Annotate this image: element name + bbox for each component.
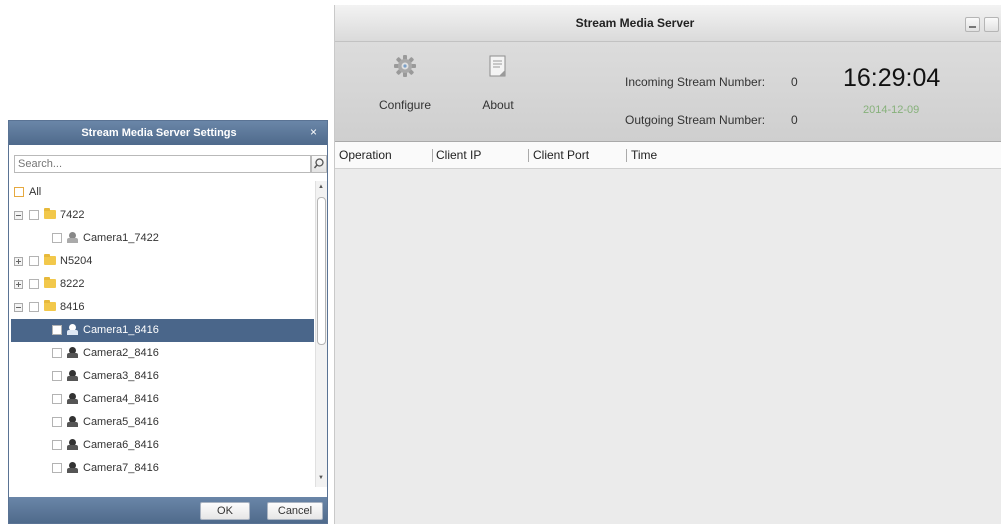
maximize-button[interactable]: [984, 17, 999, 32]
stream-media-server-settings-dialog: Stream Media Server Settings × All 7422 …: [8, 120, 328, 524]
checkbox[interactable]: [29, 302, 39, 312]
tree-item-label: Camera3_8416: [83, 370, 159, 382]
checkbox[interactable]: [29, 210, 39, 220]
folder-icon: [44, 300, 56, 311]
scroll-down-icon[interactable]: ▼: [318, 475, 324, 481]
window-title: Stream Media Server: [575, 16, 695, 30]
column-header-time[interactable]: Time: [631, 148, 657, 162]
column-header-client-port[interactable]: Client Port: [533, 148, 589, 162]
checkbox[interactable]: [29, 279, 39, 289]
tree-item-group[interactable]: N5204: [11, 250, 314, 273]
ok-button[interactable]: OK: [200, 502, 250, 520]
tree-item-camera-selected[interactable]: Camera1_8416: [11, 319, 314, 342]
checkbox[interactable]: [52, 325, 62, 335]
about-label: About: [482, 98, 514, 112]
tree-item-label: Camera2_8416: [83, 347, 159, 359]
tree-item-group[interactable]: 8222: [11, 273, 314, 296]
dialog-footer: OK Cancel: [9, 497, 327, 523]
tree-item-group[interactable]: 7422: [11, 204, 314, 227]
table-header: Operation Client IP Client Port Time: [335, 142, 1001, 169]
tree-item-camera[interactable]: Camera6_8416: [11, 434, 314, 457]
gear-icon: [394, 55, 416, 77]
camera-icon: [67, 439, 78, 451]
checkbox[interactable]: [52, 463, 62, 473]
dialog-title: Stream Media Server Settings: [81, 127, 237, 139]
collapse-icon[interactable]: [14, 211, 23, 220]
folder-icon: [44, 254, 56, 265]
camera-icon: [67, 416, 78, 428]
tree-item-group[interactable]: 8416: [11, 296, 314, 319]
camera-icon: [67, 347, 78, 359]
main-titlebar: Stream Media Server: [335, 5, 1001, 42]
minimize-button[interactable]: [965, 17, 980, 32]
checkbox[interactable]: [52, 348, 62, 358]
tree-item-label: N5204: [60, 255, 93, 267]
clock-time: 16:29:04: [843, 64, 941, 92]
checkbox[interactable]: [29, 256, 39, 266]
toolbar: Configure About Incoming Stream Number: …: [335, 42, 1001, 142]
collapse-icon[interactable]: [14, 303, 23, 312]
tree-item-label: Camera1_8416: [83, 324, 159, 336]
checkbox[interactable]: [14, 187, 24, 197]
column-separator: [528, 149, 529, 162]
tree-item-label: Camera6_8416: [83, 439, 159, 451]
tree-item-label: 8416: [60, 301, 85, 313]
column-header-client-ip[interactable]: Client IP: [436, 148, 481, 162]
about-button[interactable]: About: [458, 42, 538, 141]
tree-item-camera[interactable]: Camera7_8416: [11, 457, 314, 480]
tree-item-label: All: [29, 186, 42, 198]
incoming-stream-label: Incoming Stream Number:: [625, 75, 766, 89]
column-separator: [626, 149, 627, 162]
tree-item-camera[interactable]: Camera3_8416: [11, 365, 314, 388]
tree-item-label: Camera1_7422: [83, 232, 159, 244]
tree-item-camera[interactable]: Camera4_8416: [11, 388, 314, 411]
column-header-operation[interactable]: Operation: [339, 148, 392, 162]
tree-item-label: Camera7_8416: [83, 462, 159, 474]
expand-icon[interactable]: [14, 280, 23, 289]
cancel-button[interactable]: Cancel: [267, 502, 323, 520]
close-icon[interactable]: ×: [310, 125, 317, 139]
configure-button[interactable]: Configure: [365, 42, 445, 141]
tree-scrollbar[interactable]: ▲ ▼: [315, 181, 327, 487]
folder-icon: [44, 277, 56, 288]
search-box: [14, 155, 311, 173]
folder-icon: [44, 208, 56, 219]
client-table-body: [335, 169, 1001, 524]
stream-media-server-window: Stream Media Server Configure About Inco…: [334, 5, 1001, 524]
clock-date: 2014-12-09: [863, 104, 920, 116]
column-separator: [432, 149, 433, 162]
tree-item-camera[interactable]: Camera2_8416: [11, 342, 314, 365]
camera-icon: [67, 324, 78, 336]
outgoing-stream-value: 0: [791, 113, 798, 127]
search-button[interactable]: [311, 155, 327, 173]
dialog-titlebar: Stream Media Server Settings ×: [9, 121, 327, 145]
scrollbar-thumb[interactable]: [317, 197, 326, 345]
configure-label: Configure: [378, 98, 432, 112]
checkbox[interactable]: [52, 394, 62, 404]
tree-item-label: 8222: [60, 278, 85, 290]
checkbox[interactable]: [52, 233, 62, 243]
checkbox[interactable]: [52, 440, 62, 450]
checkbox[interactable]: [52, 371, 62, 381]
search-input[interactable]: [15, 156, 294, 172]
tree-item-label: 7422: [60, 209, 85, 221]
search-icon: [313, 158, 324, 169]
expand-icon[interactable]: [14, 257, 23, 266]
tree-item-label: Camera5_8416: [83, 416, 159, 428]
tree-item-camera[interactable]: Camera5_8416: [11, 411, 314, 434]
camera-icon: [67, 462, 78, 474]
tree-item-all[interactable]: All: [11, 181, 314, 204]
tree-item-camera[interactable]: Camera1_7422: [11, 227, 314, 250]
incoming-stream-value: 0: [791, 75, 798, 89]
scroll-up-icon[interactable]: ▲: [318, 184, 324, 190]
checkbox[interactable]: [52, 417, 62, 427]
camera-offline-icon: [67, 232, 78, 244]
outgoing-stream-label: Outgoing Stream Number:: [625, 113, 766, 127]
camera-icon: [67, 393, 78, 405]
camera-icon: [67, 370, 78, 382]
document-icon: [489, 55, 506, 77]
device-tree: All 7422 Camera1_7422 N5204 8222 8416 Ca…: [11, 181, 314, 487]
tree-item-label: Camera4_8416: [83, 393, 159, 405]
